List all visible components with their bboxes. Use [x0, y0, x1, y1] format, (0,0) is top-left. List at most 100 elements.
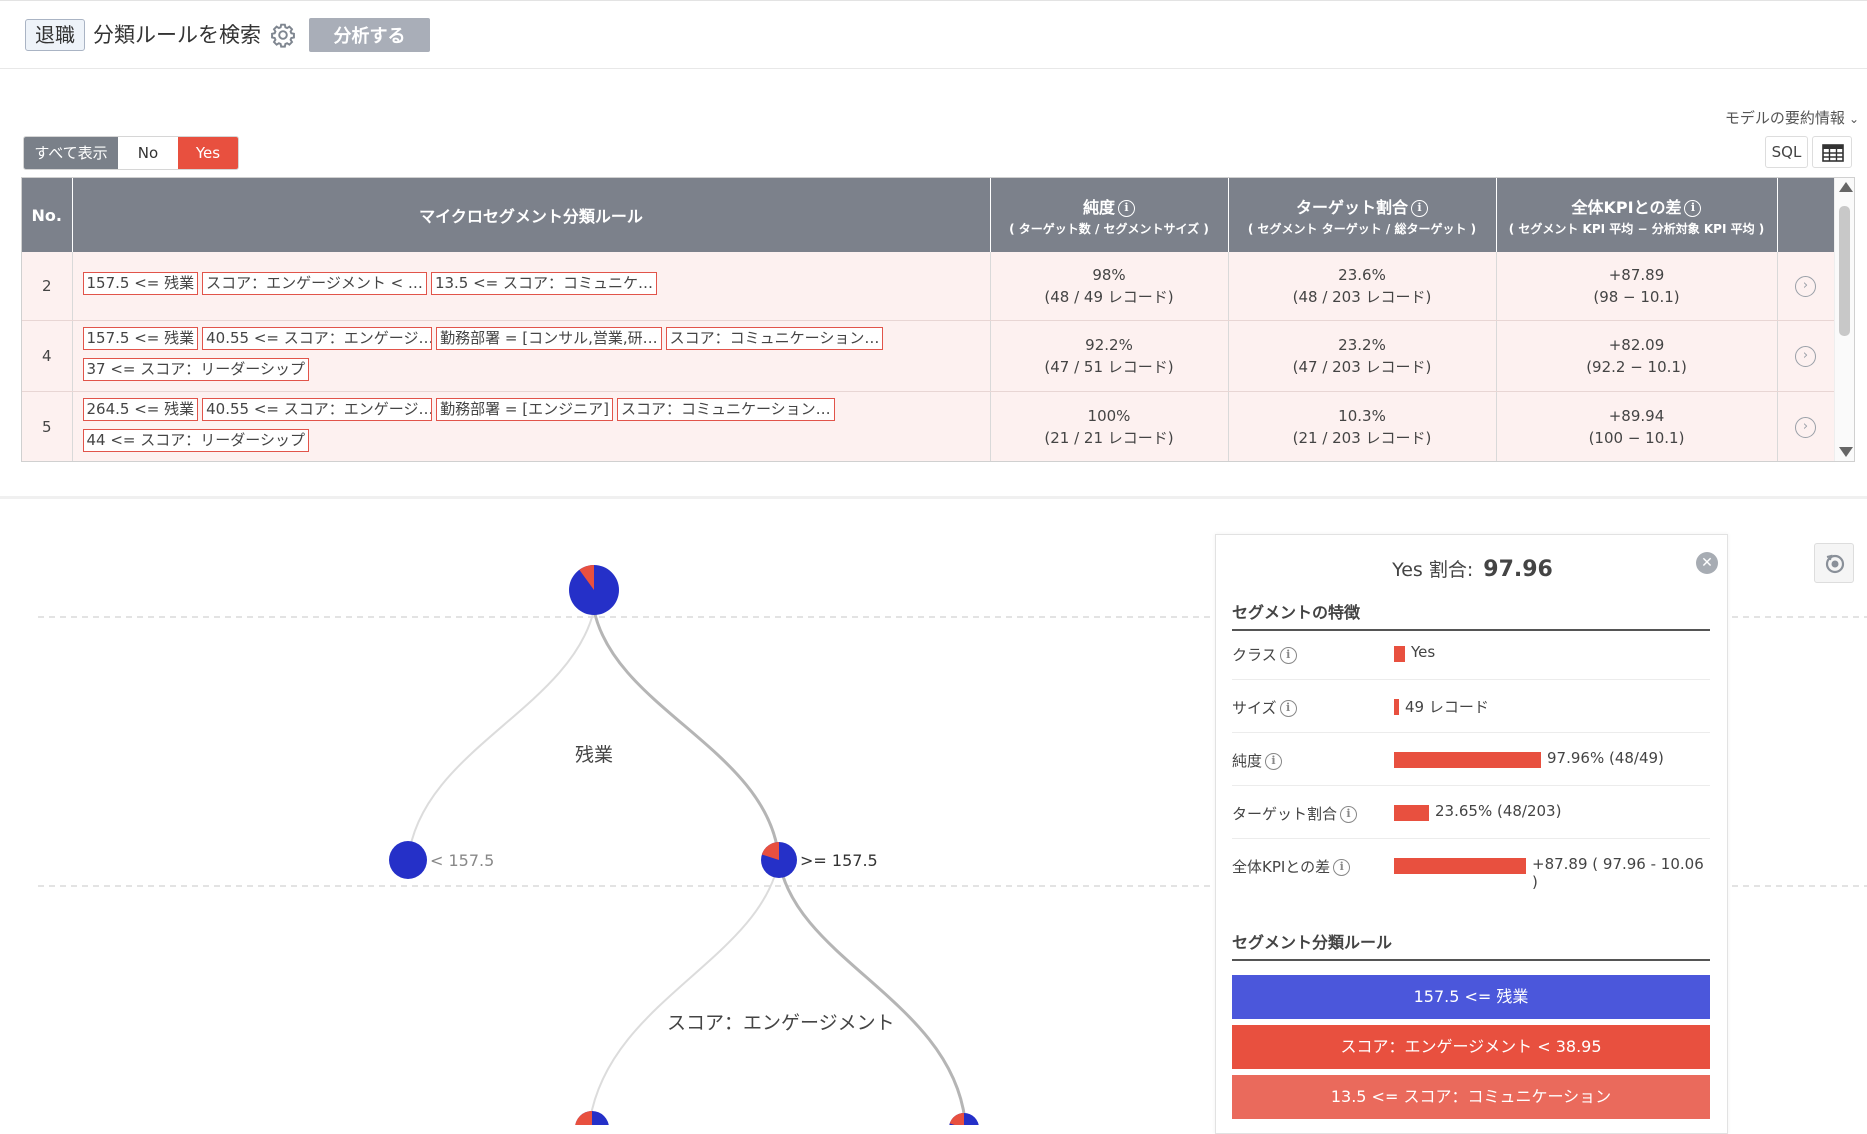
kpi-diff-detail: (98 − 10.1) — [1593, 287, 1680, 306]
col-purity-title: 純度 — [1082, 197, 1115, 217]
feature-bar — [1394, 805, 1429, 821]
rule-chip: 44 <= スコア：リーダーシップ — [82, 428, 309, 452]
row-no: 4 — [22, 320, 73, 392]
col-kpi-diff-title: 全体KPIとの差 — [1571, 197, 1682, 217]
yes-ratio: Yes 割合: 97.96 — [1216, 555, 1729, 582]
feature-key: 全体KPIとの差 i — [1232, 856, 1351, 877]
table-row[interactable]: 5 264.5 <= 残業 40.55 <= スコア：エンゲージ… 勤務部署 = [… — [22, 391, 1835, 461]
left-node[interactable] — [389, 841, 427, 879]
info-icon[interactable]: i — [1333, 859, 1351, 876]
pie-slice-no — [389, 841, 427, 879]
row-action: › — [1777, 320, 1835, 392]
rule-bar[interactable]: 13.5 <= スコア：コミュニケーション — [1232, 1075, 1710, 1119]
col-rule-header: マイクロセグメント分類ルール — [72, 178, 991, 252]
target-variable-chip[interactable]: 退職 — [25, 19, 85, 51]
yes-ratio-label: Yes 割合: — [1392, 559, 1474, 581]
split-label: スコア：エンゲージメント — [667, 1012, 895, 1034]
feature-bar — [1394, 752, 1541, 768]
feature-row-target-ratio: ターゲット割合 i 23.65% (48/203) — [1232, 786, 1710, 839]
row-target-ratio: 23.2% (47 / 203 レコード) — [1228, 320, 1497, 392]
col-target-ratio-subtitle: ( セグメント ターゲット / 総ターゲット ) — [1247, 221, 1477, 236]
feature-key: クラス i — [1232, 644, 1297, 665]
segment-table: No. マイクロセグメント分類ルール 純度 i ( ターゲット数 / セグメントサ… — [21, 177, 1855, 462]
rule-bar[interactable]: 157.5 <= 残業 — [1232, 975, 1710, 1019]
rule-chip: スコア：コミュニケーション… — [665, 326, 884, 350]
info-icon[interactable]: i — [1265, 753, 1283, 770]
purity-value: 100% — [1087, 406, 1131, 425]
root-node[interactable] — [569, 565, 619, 615]
feature-row-class: クラス i Yes — [1232, 627, 1710, 680]
table-row[interactable]: 4 157.5 <= 残業 40.55 <= スコア：エンゲージ… 勤務部署 = [… — [22, 320, 1835, 392]
chevron-right-circle-icon[interactable]: › — [1795, 345, 1816, 367]
reset-view-button[interactable] — [1814, 543, 1854, 583]
table-row[interactable]: 2 157.5 <= 残業 スコア：エンゲージメント < … 13.5 <= スコア… — [22, 252, 1835, 321]
child-node[interactable] — [575, 1111, 609, 1125]
filter-all-button[interactable]: すべて表示 — [24, 137, 118, 169]
info-icon[interactable]: i — [1340, 806, 1358, 823]
table-scrollbar[interactable] — [1834, 178, 1854, 461]
rule-chip: 13.5 <= スコア：コミュニケ… — [430, 272, 658, 296]
analyze-button[interactable]: 分析する — [309, 18, 430, 52]
rule-chip: 264.5 <= 残業 — [82, 397, 199, 421]
child-node[interactable] — [949, 1113, 979, 1125]
gear-icon[interactable] — [270, 22, 296, 48]
row-rules: 157.5 <= 残業 40.55 <= スコア：エンゲージ… 勤務部署 = [コン… — [72, 320, 991, 392]
rules-heading: セグメント分類ルール — [1232, 929, 1710, 961]
rule-chip: スコア：エンゲージメント < … — [202, 272, 427, 296]
table-icon — [1822, 144, 1844, 162]
info-icon[interactable]: i — [1279, 647, 1297, 664]
row-purity: 100% (21 / 21 レコード) — [990, 391, 1229, 461]
kpi-diff-value: +82.09 — [1608, 335, 1665, 354]
purity-detail: (48 / 49 レコード) — [1044, 287, 1174, 306]
segment-detail-panel: ✕ Yes 割合: 97.96 セグメントの特徴 クラス i Yes サイズ i 49… — [1215, 534, 1728, 1134]
filter-no-button[interactable]: No — [118, 137, 178, 169]
scroll-thumb[interactable] — [1839, 206, 1850, 336]
info-icon[interactable]: i — [1411, 199, 1428, 217]
feature-value: Yes — [1411, 643, 1436, 661]
info-icon[interactable]: i — [1279, 700, 1297, 717]
feature-bar — [1394, 699, 1399, 715]
model-summary-link[interactable]: モデルの要約情報 ⌄ — [1725, 107, 1859, 128]
feature-value: 49 レコード — [1405, 698, 1489, 716]
info-icon[interactable]: i — [1118, 199, 1135, 217]
col-target-ratio-title: ターゲット割合 — [1295, 197, 1408, 217]
col-action-header — [1777, 178, 1835, 252]
filter-yes-button[interactable]: Yes — [178, 137, 238, 169]
row-rules: 264.5 <= 残業 40.55 <= スコア：エンゲージ… 勤務部署 = [エン… — [72, 391, 991, 461]
feature-value: 97.96% (48/49) — [1547, 749, 1664, 767]
col-purity-header: 純度 i ( ターゲット数 / セグメントサイズ ) — [990, 178, 1229, 252]
feature-key-text: サイズ — [1232, 699, 1277, 717]
info-icon[interactable]: i — [1684, 199, 1702, 217]
target-ratio-value: 10.3% — [1338, 406, 1386, 425]
sql-button[interactable]: SQL — [1765, 136, 1808, 168]
tree-edge — [589, 859, 780, 1121]
pie-slice-yes — [949, 1113, 964, 1125]
target-ratio-value: 23.6% — [1338, 265, 1386, 284]
feature-value: 23.65% (48/203) — [1435, 802, 1562, 820]
row-purity: 92.2% (47 / 51 レコード) — [990, 320, 1229, 392]
row-target-ratio: 23.6% (48 / 203 レコード) — [1228, 252, 1497, 321]
feature-row-purity: 純度 i 97.96% (48/49) — [1232, 733, 1710, 786]
table-view-button[interactable] — [1812, 136, 1852, 168]
section-divider — [0, 496, 1867, 499]
chevron-right-circle-icon[interactable]: › — [1795, 275, 1816, 297]
class-filter: すべて表示 No Yes — [23, 136, 239, 170]
scroll-down-arrow[interactable] — [1839, 447, 1853, 457]
right-node[interactable] — [761, 842, 797, 878]
rule-bar[interactable]: スコア：エンゲージメント < 38.95 — [1232, 1025, 1710, 1069]
model-summary-label: モデルの要約情報 — [1724, 109, 1845, 127]
kpi-diff-value: +87.89 — [1608, 265, 1665, 284]
tree-edge — [777, 859, 967, 1121]
branch-label-right: >= 157.5 — [800, 851, 878, 870]
feature-value: +87.89 ( 97.96 - 10.06 ) — [1532, 855, 1704, 891]
target-ratio-value: 23.2% — [1338, 335, 1386, 354]
chevron-right-circle-icon[interactable]: › — [1795, 416, 1816, 438]
scroll-up-arrow[interactable] — [1839, 182, 1853, 192]
row-kpi-diff: +82.09 (92.2 − 10.1) — [1496, 320, 1778, 392]
purity-value: 92.2% — [1085, 335, 1133, 354]
tree-edge — [592, 609, 781, 861]
row-action: › — [1777, 252, 1835, 321]
kpi-diff-detail: (100 − 10.1) — [1588, 428, 1685, 447]
purity-detail: (47 / 51 レコード) — [1044, 357, 1174, 376]
rule-chip: スコア：コミュニケーション… — [616, 397, 835, 421]
